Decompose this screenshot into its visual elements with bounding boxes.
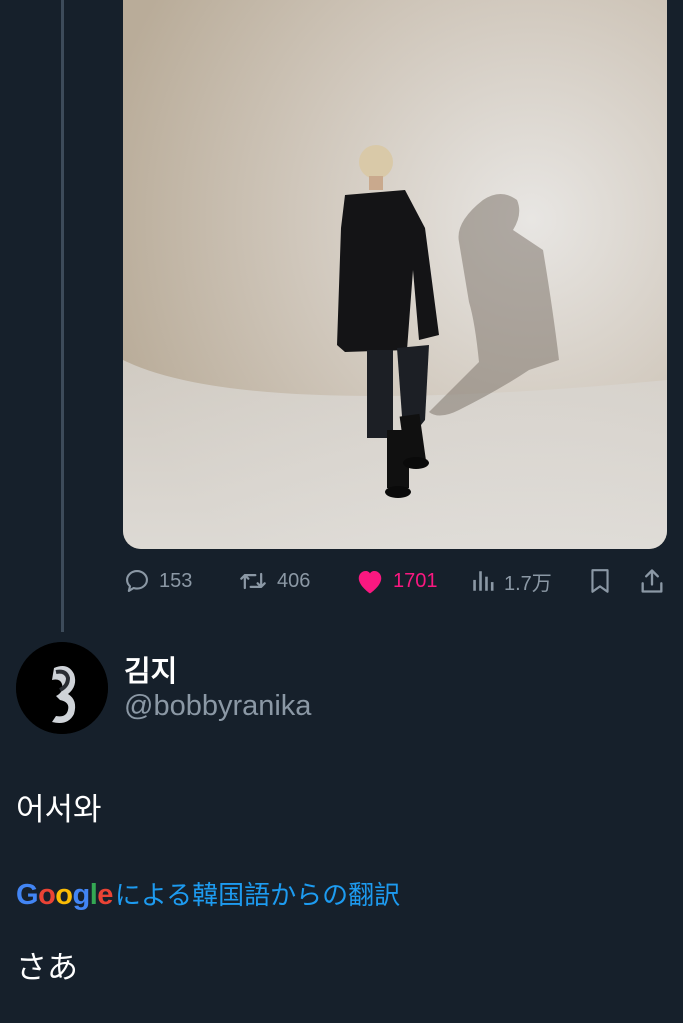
avatar-emblem-icon xyxy=(16,642,108,734)
reply-author-name[interactable]: 김지 xyxy=(124,648,177,690)
translation-attribution[interactable]: Google による韓国語からの翻訳 xyxy=(16,875,400,912)
bookmark-icon xyxy=(591,569,609,593)
reply-text: 어서와 xyxy=(16,792,102,827)
views-button[interactable]: 1.7万 xyxy=(470,563,552,599)
like-button[interactable]: 1701 xyxy=(355,563,438,599)
share-icon xyxy=(641,569,663,593)
heart-icon xyxy=(358,571,382,594)
retweet-icon xyxy=(240,572,266,590)
avatar[interactable] xyxy=(16,642,108,734)
retweet-button[interactable]: 406 xyxy=(237,563,310,599)
tweet-action-bar: 153 406 1701 1.7万 xyxy=(123,563,670,599)
tweet-photo[interactable] xyxy=(123,0,667,549)
google-logo: Google xyxy=(16,879,113,911)
share-button[interactable] xyxy=(638,563,666,599)
translated-text: さあ xyxy=(16,950,78,985)
like-count: 1701 xyxy=(393,569,438,592)
reply-icon xyxy=(126,570,148,592)
reply-button[interactable]: 153 xyxy=(123,563,192,599)
translation-label: による韓国語からの翻訳 xyxy=(114,880,401,910)
reply-author-handle[interactable]: @bobbyranika xyxy=(124,690,311,723)
reply-count: 153 xyxy=(159,569,193,592)
bookmark-button[interactable] xyxy=(587,563,613,599)
retweet-count: 406 xyxy=(277,569,311,592)
views-chart-icon xyxy=(473,571,494,591)
views-count: 1.7万 xyxy=(504,572,552,595)
thread-connector-line xyxy=(61,0,64,632)
